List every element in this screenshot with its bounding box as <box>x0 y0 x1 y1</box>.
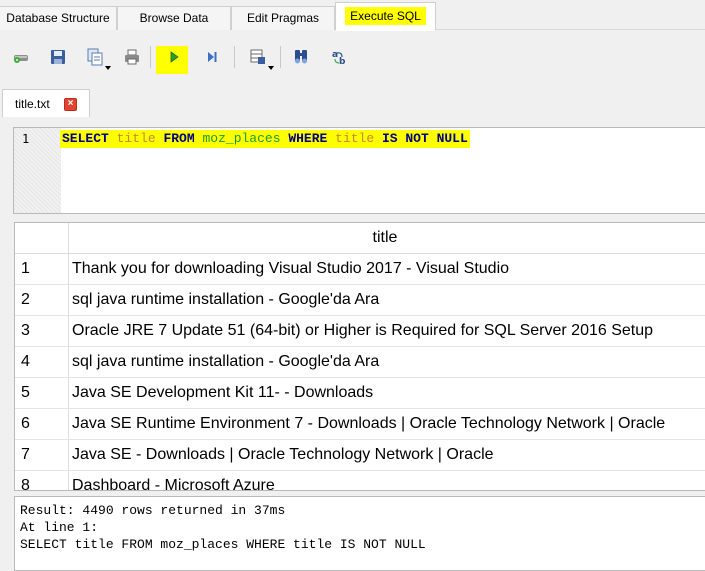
column-header-title[interactable]: title <box>69 223 705 254</box>
tab-database-structure[interactable]: Database Structure <box>0 6 117 30</box>
table-row[interactable]: 8 Dashboard - Microsoft Azure <box>15 471 705 490</box>
line-number-gutter: 1 <box>14 128 61 213</box>
row-number[interactable]: 4 <box>15 347 69 377</box>
result-summary: Result: 4490 rows returned in 37ms <box>20 503 286 518</box>
main-tab-bar: Database Structure Browse Data Edit Prag… <box>0 0 705 31</box>
row-number[interactable]: 3 <box>15 316 69 346</box>
row-number[interactable]: 5 <box>15 378 69 408</box>
sql-toolbar: a b <box>0 31 705 83</box>
find-icon <box>292 48 310 66</box>
print-button[interactable] <box>119 44 145 70</box>
execute-all-icon <box>165 48 183 66</box>
title-cell[interactable]: Dashboard - Microsoft Azure <box>69 471 705 490</box>
results-grid[interactable]: title 1 Thank you for downloading Visual… <box>14 222 705 491</box>
sql-keyword: FROM <box>163 131 195 146</box>
title-cell[interactable]: Java SE Runtime Environment 7 - Download… <box>69 409 705 439</box>
editor-tab-strip: title.txt × <box>0 85 705 117</box>
find-button[interactable] <box>288 44 314 70</box>
tab-execute-sql-label: Execute SQL <box>345 7 426 25</box>
table-row[interactable]: 6 Java SE Runtime Environment 7 - Downlo… <box>15 409 705 440</box>
print-icon <box>123 48 141 66</box>
sql-keyword: SELECT <box>62 131 109 146</box>
result-line-info: At line 1: <box>20 520 99 535</box>
title-cell[interactable]: Oracle JRE 7 Update 51 (64-bit) or Highe… <box>69 316 705 346</box>
row-number[interactable]: 1 <box>15 254 69 284</box>
sql-keyword: IS NOT NULL <box>381 131 468 146</box>
save-results-icon <box>249 48 267 66</box>
sql-space <box>109 131 117 146</box>
open-tab-icon <box>12 48 30 66</box>
title-cell[interactable]: Java SE Development Kit 11- - Downloads <box>69 378 705 408</box>
execute-all-button[interactable] <box>161 44 187 70</box>
find-replace-icon: a b <box>330 48 348 66</box>
tab-browse-data[interactable]: Browse Data <box>117 6 231 30</box>
result-query-echo: SELECT title FROM moz_places WHERE title… <box>20 537 426 552</box>
chevron-down-icon <box>268 66 274 70</box>
sql-keyword: WHERE <box>288 131 328 146</box>
open-tab-button[interactable] <box>8 44 34 70</box>
execute-current-line-button[interactable] <box>199 44 225 70</box>
close-icon[interactable]: × <box>64 98 77 111</box>
sql-query-line[interactable]: SELECT title FROM moz_places WHERE title… <box>60 130 470 148</box>
editor-tab-title-txt[interactable]: title.txt × <box>2 89 90 117</box>
sql-space <box>374 131 382 146</box>
save-sql-button[interactable] <box>45 44 71 70</box>
table-row[interactable]: 2 sql java runtime installation - Google… <box>15 285 705 316</box>
title-cell[interactable]: sql java runtime installation - Google'd… <box>69 347 705 377</box>
sql-table: moz_places <box>202 131 281 146</box>
results-header: title <box>15 223 705 254</box>
sql-space <box>327 131 335 146</box>
save-results-dropdown-button[interactable] <box>245 44 274 70</box>
title-cell[interactable]: Java SE - Downloads | Oracle Technology … <box>69 440 705 470</box>
tab-edit-pragmas[interactable]: Edit Pragmas <box>231 6 335 30</box>
toolbar-separator <box>280 46 281 68</box>
chevron-down-icon <box>105 66 111 70</box>
sql-editor[interactable]: 1 SELECT title FROM moz_places WHERE tit… <box>13 127 705 214</box>
grid-corner[interactable] <box>15 223 69 254</box>
svg-text:b: b <box>339 57 346 66</box>
table-row[interactable]: 7 Java SE - Downloads | Oracle Technolog… <box>15 440 705 471</box>
row-number[interactable]: 6 <box>15 409 69 439</box>
copy-dropdown-button[interactable] <box>82 44 111 70</box>
tab-execute-sql[interactable]: Execute SQL <box>335 2 436 31</box>
find-replace-button[interactable]: a b <box>326 44 352 70</box>
sql-column: title <box>335 131 375 146</box>
table-row[interactable]: 5 Java SE Development Kit 11- - Download… <box>15 378 705 409</box>
svg-text:a: a <box>332 50 338 60</box>
toolbar-separator <box>150 46 151 68</box>
table-row[interactable]: 3 Oracle JRE 7 Update 51 (64-bit) or Hig… <box>15 316 705 347</box>
row-number[interactable]: 8 <box>15 471 69 490</box>
sql-column: title <box>116 131 156 146</box>
execute-line-icon <box>203 48 221 66</box>
message-pane[interactable]: Result: 4490 rows returned in 37ms At li… <box>14 496 705 571</box>
save-icon <box>49 48 67 66</box>
copy-icon <box>86 48 104 66</box>
table-row[interactable]: 1 Thank you for downloading Visual Studi… <box>15 254 705 285</box>
title-cell[interactable]: Thank you for downloading Visual Studio … <box>69 254 705 284</box>
row-number[interactable]: 2 <box>15 285 69 315</box>
toolbar-separator <box>234 46 235 68</box>
editor-tab-label: title.txt <box>15 97 50 111</box>
title-cell[interactable]: sql java runtime installation - Google'd… <box>69 285 705 315</box>
table-row[interactable]: 4 sql java runtime installation - Google… <box>15 347 705 378</box>
row-number[interactable]: 7 <box>15 440 69 470</box>
line-number: 1 <box>22 132 30 146</box>
